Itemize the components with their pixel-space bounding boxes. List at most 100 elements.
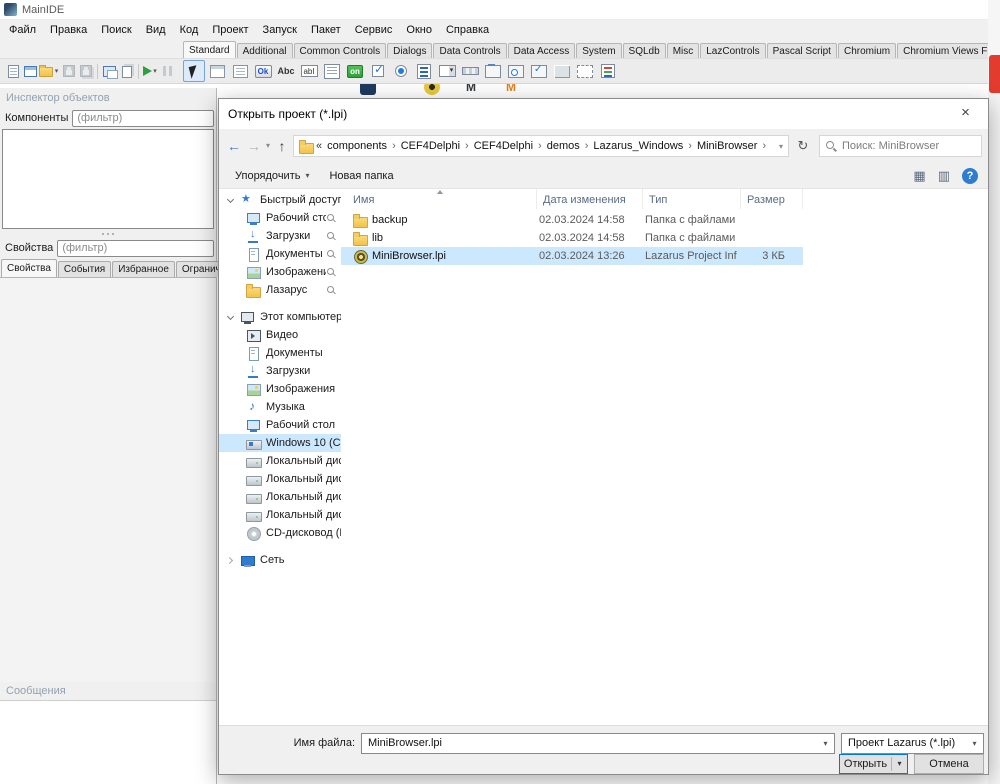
sidebar-item[interactable]: Видео [219,326,341,344]
menu-item[interactable]: Проект [205,22,255,38]
sidebar-item[interactable]: Документы [219,344,341,362]
sidebar-item[interactable]: Лазарус [219,281,341,299]
sidebar-item[interactable]: Локальный диск (E [219,470,341,488]
inspector-tab[interactable]: События [58,261,111,277]
column-header[interactable]: Дата изменения [537,189,643,209]
palette-tab[interactable]: Misc [667,43,700,58]
tedit-component[interactable]: abI [298,60,320,82]
toolbar-button[interactable] [138,64,139,79]
sidebar-item[interactable]: Загрузки [219,227,341,245]
chevron-down-icon[interactable] [817,734,834,753]
grid-view-icon[interactable] [913,168,925,184]
menu-item[interactable]: Окно [399,22,439,38]
chevron-down-icon[interactable] [966,734,983,753]
menu-item[interactable]: Справка [439,22,496,38]
toggle-form-unit-button[interactable] [101,61,118,81]
forward-icon[interactable] [245,136,263,156]
components-filter-input[interactable] [72,110,214,127]
tcheckgroup-component[interactable] [528,60,550,82]
open-button[interactable]: Открыть [839,754,908,774]
cancel-button[interactable]: Отмена [914,754,984,774]
breadcrumb-item[interactable]: demos [545,140,592,152]
tpanel-component[interactable] [551,60,573,82]
inspector-tab[interactable]: Свойства [1,259,57,277]
save-all-button[interactable] [77,61,94,81]
sidebar-item[interactable]: Рабочий стол [219,209,341,227]
help-icon[interactable] [962,168,978,184]
sidebar-item[interactable]: Этот компьютер [219,308,341,326]
new-unit-button[interactable] [5,61,22,81]
view-units-button[interactable] [118,61,135,81]
menu-item[interactable]: Правка [43,22,94,38]
sidebar-item[interactable]: Изображения [219,263,341,281]
tgroupbox-component[interactable] [482,60,504,82]
tradiobutton-component[interactable] [390,60,412,82]
tmemo-component[interactable] [321,60,343,82]
new-folder-button[interactable]: Новая папка [321,167,401,185]
back-icon[interactable] [225,136,243,156]
filename-combobox[interactable]: MiniBrowser.lpi [361,733,835,754]
recent-locations-icon[interactable] [263,136,273,156]
property-grid[interactable] [0,277,216,682]
sidebar-item[interactable]: Сеть [219,551,341,569]
breadcrumb-item[interactable]: CEF4Delphi [472,140,545,152]
palette-tab[interactable]: System [576,43,621,58]
palette-tab[interactable]: Chromium Views Framework [897,43,988,58]
breadcrumb-item[interactable]: Lazarus_Windows [591,140,695,152]
menu-item[interactable]: Код [173,22,206,38]
messages-panel-body[interactable] [0,700,216,784]
close-icon[interactable] [943,99,988,128]
tmainmenu-component[interactable] [206,60,228,82]
preview-pane-icon[interactable] [938,168,950,184]
breadcrumb-item[interactable]: CEF4Delphi [399,140,472,152]
open-dropdown-icon[interactable] [892,755,907,773]
tree-expander-icon[interactable] [225,555,238,566]
sidebar-item[interactable]: Локальный диск (H [219,506,341,524]
file-row[interactable]: MiniBrowser.lpi 02.03.2024 13:26 Lazarus… [341,247,803,265]
refresh-icon[interactable] [794,136,812,156]
tlistbox-component[interactable] [413,60,435,82]
palette-tab[interactable]: LazControls [700,43,765,58]
menu-item[interactable]: Сервис [348,22,400,38]
open-button[interactable] [39,61,60,81]
run-button[interactable] [142,61,159,81]
file-row[interactable]: backup 02.03.2024 14:58 Папка с файлами [341,211,803,229]
palette-tab[interactable]: Common Controls [294,43,387,58]
ttogglebox-component[interactable]: on [344,60,366,82]
sidebar-item[interactable]: Музыка [219,398,341,416]
column-header[interactable]: Тип [643,189,741,209]
sidebar-item[interactable]: Быстрый доступ [219,191,341,209]
palette-tab[interactable]: Data Access [508,43,576,58]
sidebar-item[interactable]: Загрузки [219,362,341,380]
palette-tab[interactable]: Data Controls [433,43,506,58]
palette-tab[interactable]: SQLdb [623,43,666,58]
breadcrumb-item[interactable]: components [325,140,399,152]
properties-filter-input[interactable] [57,240,214,257]
palette-tab[interactable]: Dialogs [387,43,432,58]
tcheckbox-component[interactable] [367,60,389,82]
file-row[interactable]: lib 02.03.2024 14:58 Папка с файлами [341,229,803,247]
tradiogroup-component[interactable] [505,60,527,82]
tree-expander-icon[interactable] [225,195,238,206]
sidebar-item[interactable]: CD-дисковод (L:) [219,524,341,542]
sidebar-item[interactable]: Документы [219,245,341,263]
breadcrumb-dropdown-icon[interactable] [779,142,783,151]
inspector-tab[interactable]: Избранное [112,261,175,277]
palette-tab[interactable]: Pascal Script [767,43,837,58]
cursor-tool[interactable] [183,60,205,82]
sidebar-item[interactable]: Локальный диск (G [219,488,341,506]
pause-button[interactable] [159,61,176,81]
menu-item[interactable]: Файл [2,22,43,38]
search-box[interactable]: Поиск: MiniBrowser [819,135,982,157]
tcombobox-component[interactable] [436,60,458,82]
sidebar-item[interactable]: Локальный диск (D [219,452,341,470]
breadcrumb[interactable]: « components CEF4Delphi CEF4Delphi demos [293,135,789,157]
up-icon[interactable] [274,136,290,156]
new-form-button[interactable] [22,61,39,81]
sidebar-item[interactable]: Windows 10 (C:) [219,434,341,452]
palette-tab[interactable]: Chromium [838,43,896,58]
inspector-splitter[interactable] [0,230,216,238]
column-header[interactable]: Размер [741,189,803,209]
tree-expander-icon[interactable] [225,312,238,323]
sidebar-item[interactable]: Изображения [219,380,341,398]
